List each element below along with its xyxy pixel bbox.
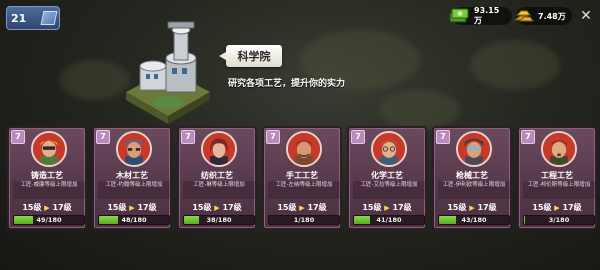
card-level-badge: 7 <box>181 130 195 144</box>
craft-upgrade: 15级 ▶ 17级 <box>264 202 340 213</box>
progress-text: 3/180 <box>548 216 570 224</box>
player-level: 21 <box>11 11 27 25</box>
craft-description: 工匠-约翰等级上限增加 <box>98 181 170 199</box>
artisan-portrait-icon <box>118 133 150 165</box>
craft-description: 工匠-邦伦斯等级上限增加 <box>523 181 595 199</box>
craft-progress-bar: 3/180 <box>523 215 595 225</box>
level-to: 17级 <box>562 203 582 212</box>
artisan-avatar <box>31 131 67 167</box>
artisan-portrait-icon <box>288 133 320 165</box>
player-level-badge[interactable]: 21 <box>6 6 60 30</box>
level-to: 17级 <box>137 203 157 212</box>
arrow-right-icon: ▶ <box>469 204 475 212</box>
craft-description: 工匠-艾拉等级上限增加 <box>353 181 425 199</box>
artisan-avatar <box>456 131 492 167</box>
card-level-badge: 7 <box>521 130 535 144</box>
artisan-portrait-icon <box>33 133 65 165</box>
cash-stack-icon <box>449 8 469 23</box>
progress-text: 1/180 <box>293 216 315 224</box>
level-to: 17级 <box>477 203 497 212</box>
artisan-portrait-icon <box>543 133 575 165</box>
close-icon[interactable]: ✕ <box>576 6 596 26</box>
craft-title: 化学工艺 <box>371 171 403 180</box>
arrow-right-icon: ▶ <box>299 204 305 212</box>
craft-title: 铸造工艺 <box>31 171 63 180</box>
level-to: 17级 <box>52 203 72 212</box>
craft-card[interactable]: 7 纺织工艺 工匠-琳等级上限增加 15级 ▶ 17级 38/180 <box>177 126 257 230</box>
craft-upgrade: 15级 ▶ 17级 <box>519 202 595 213</box>
card-level-badge: 7 <box>11 130 25 144</box>
craft-progress-bar: 38/180 <box>183 215 255 225</box>
artisan-portrait-icon <box>458 133 490 165</box>
progress-text: 38/180 <box>206 216 232 224</box>
progress-text: 41/180 <box>376 216 402 224</box>
arrow-right-icon: ▶ <box>44 204 50 212</box>
progress-text: 48/180 <box>121 216 147 224</box>
building-description: 研究各项工艺，提升你的实力 <box>228 79 346 89</box>
artisan-portrait-icon <box>373 133 405 165</box>
gold-value: 7.48万 <box>538 11 566 21</box>
level-to: 17级 <box>392 203 412 212</box>
card-level-badge: 7 <box>96 130 110 144</box>
craft-progress-bar: 49/180 <box>13 215 85 225</box>
craft-card[interactable]: 7 工程工艺 工匠-邦伦斯等级上限增加 15级 ▶ 17级 3/180 <box>517 126 597 230</box>
progress-text: 49/180 <box>36 216 62 224</box>
level-from: 15级 <box>22 203 42 212</box>
craft-progress-bar: 43/180 <box>438 215 510 225</box>
gold-bars-icon <box>513 10 534 22</box>
craft-upgrade: 15级 ▶ 17级 <box>9 202 85 213</box>
craft-title: 纺织工艺 <box>201 171 233 180</box>
arrow-right-icon: ▶ <box>554 204 560 212</box>
craft-description: 工匠-威廉等级上限增加 <box>13 181 85 199</box>
craft-progress-bar: 41/180 <box>353 215 425 225</box>
arrow-right-icon: ▶ <box>384 204 390 212</box>
level-from: 15级 <box>107 203 127 212</box>
craft-description: 工匠-伊利欧等级上限增加 <box>438 181 510 199</box>
card-level-badge: 7 <box>266 130 280 144</box>
academy-building[interactable] <box>118 20 218 130</box>
craft-card[interactable]: 7 枪械工艺 工匠-伊利欧等级上限增加 15级 ▶ 17级 43/180 <box>432 126 512 230</box>
craft-description: 工匠-左纳等级上限增加 <box>268 181 340 199</box>
craft-card[interactable]: 7 手工工艺 工匠-左纳等级上限增加 15级 ▶ 17级 1/180 <box>262 126 342 230</box>
craft-upgrade: 15级 ▶ 17级 <box>179 202 255 213</box>
craft-card[interactable]: 7 铸造工艺 工匠-威廉等级上限增加 15级 ▶ 17级 49/180 <box>7 126 87 230</box>
craft-title: 工程工艺 <box>541 171 573 180</box>
money-value: 93.15万 <box>474 6 500 25</box>
craft-card[interactable]: 7 化学工艺 工匠-艾拉等级上限增加 15级 ▶ 17级 41/180 <box>347 126 427 230</box>
level-from: 15级 <box>192 203 212 212</box>
arrow-right-icon: ▶ <box>214 204 220 212</box>
academy-building-icon <box>126 21 210 124</box>
artisan-avatar <box>201 131 237 167</box>
level-from: 15级 <box>277 203 297 212</box>
level-from: 15级 <box>362 203 382 212</box>
progress-text: 43/180 <box>461 216 487 224</box>
craft-upgrade: 15级 ▶ 17级 <box>349 202 425 213</box>
card-level-badge: 7 <box>351 130 365 144</box>
artisan-avatar <box>541 131 577 167</box>
level-to: 17级 <box>222 203 242 212</box>
gold-counter[interactable]: 7.48万 <box>513 7 572 25</box>
craft-title: 枪械工艺 <box>456 171 488 180</box>
arrow-right-icon: ▶ <box>129 204 135 212</box>
craft-title: 手工工艺 <box>286 171 318 180</box>
craft-progress-bar: 48/180 <box>98 215 170 225</box>
artisan-portrait-icon <box>203 133 235 165</box>
craft-card-list: 7 铸造工艺 工匠-威廉等级上限增加 15级 ▶ 17级 49/180 7 木材… <box>7 126 597 232</box>
craft-card[interactable]: 7 木材工艺 工匠-约翰等级上限增加 15级 ▶ 17级 48/180 <box>92 126 172 230</box>
card-level-badge: 7 <box>436 130 450 144</box>
craft-description: 工匠-琳等级上限增加 <box>183 181 255 199</box>
level-to: 17级 <box>307 203 327 212</box>
craft-progress-bar: 1/180 <box>268 215 340 225</box>
artisan-avatar <box>286 131 322 167</box>
artisan-avatar <box>116 131 152 167</box>
craft-title: 木材工艺 <box>116 171 148 180</box>
level-from: 15级 <box>532 203 552 212</box>
level-from: 15级 <box>447 203 467 212</box>
artisan-avatar <box>371 131 407 167</box>
craft-upgrade: 15级 ▶ 17级 <box>434 202 510 213</box>
flag-icon <box>40 11 58 25</box>
money-counter[interactable]: 93.15万 <box>449 6 512 25</box>
building-name: 科学院 <box>219 45 282 67</box>
craft-upgrade: 15级 ▶ 17级 <box>94 202 170 213</box>
